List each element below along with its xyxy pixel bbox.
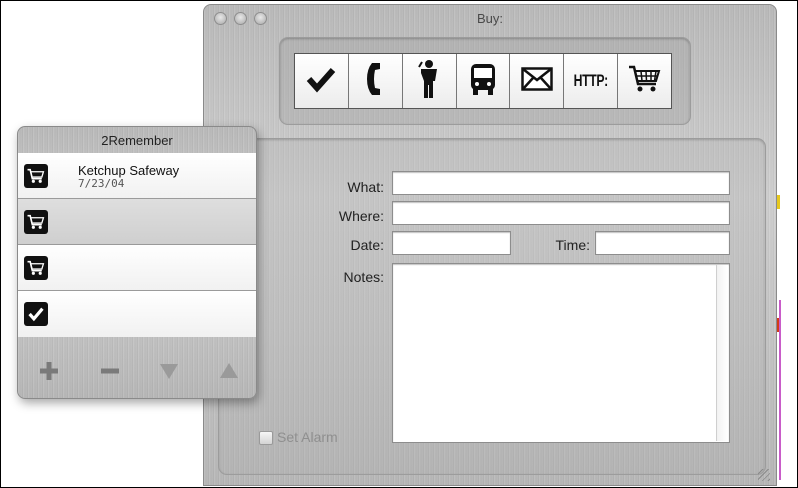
category-toolbar: HTTP: (294, 53, 672, 109)
http-icon: HTTP: (573, 71, 609, 90)
toolbar-check-button[interactable] (295, 54, 349, 108)
notes-scrollbar[interactable] (716, 265, 728, 441)
toolbar-http-button[interactable]: HTTP: (564, 54, 619, 108)
minus-icon (99, 360, 121, 387)
person-icon (417, 59, 441, 104)
add-button[interactable] (33, 359, 65, 387)
resize-grip[interactable] (758, 469, 770, 481)
phone-icon (364, 61, 386, 102)
list-item[interactable] (18, 291, 256, 337)
set-alarm-checkbox[interactable] (259, 431, 273, 445)
toolbar-person-button[interactable] (402, 54, 457, 108)
toolbar-bus-button[interactable] (456, 54, 511, 108)
where-label: Where: (338, 208, 384, 224)
window-title: Buy: (476, 11, 503, 26)
notes-label: Notes: (343, 269, 384, 285)
time-label: Time: (555, 237, 590, 253)
what-field[interactable] (392, 171, 730, 195)
bus-icon (469, 62, 497, 101)
toolbar-cart-button[interactable] (618, 54, 672, 108)
toolbar-phone-button[interactable] (348, 54, 403, 108)
list-item[interactable] (18, 199, 256, 245)
shopping-cart-icon (24, 256, 48, 280)
main-window: Buy: HTTP: What: Where: Date: Time: Note… (203, 4, 777, 486)
set-alarm-label: Set Alarm (277, 429, 338, 445)
plus-icon (38, 360, 60, 387)
notes-field[interactable] (392, 263, 730, 443)
item-title: Ketchup Safeway (78, 163, 180, 178)
triangle-up-icon (218, 361, 240, 386)
panel-title: 2Remember (101, 133, 173, 148)
item-date: 7/23/04 (78, 177, 125, 190)
what-label: What: (347, 179, 384, 195)
move-down-button[interactable] (153, 359, 185, 387)
background-window-edge (777, 195, 780, 209)
remove-button[interactable] (94, 359, 126, 387)
shopping-cart-icon (24, 210, 48, 234)
checkmark-icon (306, 64, 336, 99)
envelope-icon (521, 66, 553, 96)
shopping-cart-icon (628, 64, 662, 99)
list-item[interactable] (18, 245, 256, 291)
toolbar-mail-button[interactable] (510, 54, 565, 108)
date-label: Date: (350, 237, 384, 253)
background-window-edge (779, 300, 781, 480)
where-field[interactable] (392, 201, 730, 225)
reminder-panel: 2Remember Ketchup Safeway 7/23/04 (17, 126, 257, 399)
time-field[interactable] (595, 231, 730, 255)
list-item[interactable]: Ketchup Safeway 7/23/04 (18, 153, 256, 199)
triangle-down-icon (158, 361, 180, 386)
checkmark-icon (24, 302, 48, 326)
move-up-button[interactable] (213, 359, 245, 387)
shopping-cart-icon (24, 164, 48, 188)
date-field[interactable] (392, 231, 511, 255)
